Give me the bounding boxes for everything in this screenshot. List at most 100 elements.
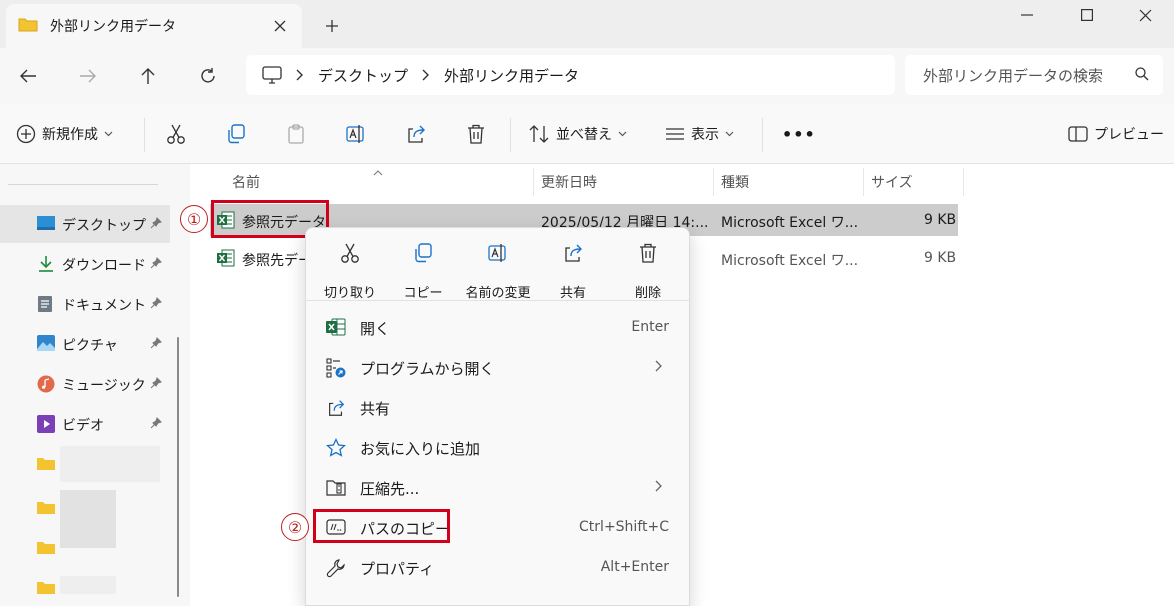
column-header-size[interactable]: サイズ [871, 172, 913, 192]
breadcrumb-desktop[interactable]: デスクトップ [318, 65, 408, 86]
more-options-button[interactable]: ••• [782, 120, 816, 148]
folder-icon[interactable] [37, 540, 55, 558]
callout-1: ① [180, 205, 208, 233]
sidebar-item-label: ミュージック [62, 378, 146, 394]
toolbar-divider [510, 118, 511, 152]
folder-icon[interactable] [37, 456, 55, 474]
sidebar-item-videos[interactable]: ビデオ [0, 405, 170, 443]
forward-arrow-icon[interactable] [72, 60, 104, 92]
clipboard-icon [285, 123, 307, 145]
sidebar-item-label: ビデオ [62, 418, 104, 434]
paste-button[interactable] [285, 120, 307, 148]
pin-icon[interactable] [150, 337, 162, 353]
new-tab-button[interactable] [318, 12, 346, 40]
file-name: 参照先デー [242, 253, 312, 269]
column-header-type[interactable]: 種類 [721, 172, 749, 192]
up-arrow-icon[interactable] [132, 60, 164, 92]
sidebar-item-label: ピクチャ [62, 338, 118, 354]
copy-icon [387, 242, 459, 264]
cut-action[interactable]: 切り取り [314, 238, 386, 301]
folder-icon[interactable] [37, 580, 55, 598]
copy-button[interactable] [225, 120, 247, 148]
excel-file-icon [217, 249, 235, 271]
cut-button[interactable] [165, 120, 187, 148]
trash-icon [612, 242, 684, 264]
sidebar-item-label: デスクトップ [62, 218, 146, 234]
search-input[interactable]: 外部リンク用データの検索 [905, 55, 1163, 95]
column-divider[interactable] [963, 168, 964, 196]
file-size: 9 KB [924, 212, 957, 228]
close-window-icon[interactable] [1116, 0, 1174, 30]
video-icon [37, 415, 55, 437]
delete-button[interactable] [465, 120, 487, 148]
sidebar-item-desktop[interactable]: デスクトップ [0, 205, 170, 243]
tab-close-icon[interactable] [270, 16, 290, 36]
pin-icon[interactable] [150, 377, 162, 393]
pin-icon[interactable] [150, 217, 162, 233]
picture-icon [37, 335, 55, 355]
chevron-right-icon [655, 360, 663, 376]
sidebar-divider [8, 184, 158, 185]
minimize-icon[interactable] [998, 0, 1056, 30]
preview-button[interactable]: プレビュー [1068, 120, 1164, 148]
redacted-folder-name [60, 490, 116, 548]
menu-item-share[interactable]: 共有 [312, 388, 683, 428]
trash-icon [465, 123, 487, 145]
menu-item-open[interactable]: 開く Enter [312, 308, 683, 348]
rename-icon [345, 123, 367, 145]
folder-icon[interactable] [37, 500, 55, 518]
sidebar-item-music[interactable]: ミュージック [0, 365, 170, 403]
toolbar-divider [144, 118, 145, 152]
search-icon[interactable] [1135, 67, 1149, 85]
new-button[interactable]: 新規作成 [16, 120, 113, 148]
delete-label: 削除 [634, 286, 661, 301]
tab-current[interactable]: 外部リンク用データ [6, 4, 302, 48]
preview-pane-icon [1068, 126, 1088, 142]
sidebar-item-label: ダウンロード [62, 258, 146, 274]
column-divider[interactable] [713, 168, 714, 196]
refresh-icon[interactable] [192, 60, 224, 92]
excel-app-icon [326, 318, 346, 340]
scissors-icon [165, 123, 187, 145]
zip-folder-icon [326, 478, 346, 500]
share-action[interactable]: 共有 [537, 238, 609, 301]
chevron-down-icon [104, 131, 113, 137]
column-divider[interactable] [533, 168, 534, 196]
back-arrow-icon[interactable] [12, 60, 44, 92]
command-bar: 新規作成 並べ替え 表示 ••• プレビュー [0, 104, 1174, 164]
file-type: Microsoft Excel ワ... [721, 215, 859, 231]
sidebar-item-label: ドキュメント [62, 298, 146, 314]
copy-action[interactable]: コピー [387, 238, 459, 301]
menu-item-properties[interactable]: プロパティ Alt+Enter [312, 548, 683, 588]
view-button[interactable]: 表示 [665, 120, 734, 148]
menu-item-open-with[interactable]: プログラムから開く [312, 348, 683, 388]
share-button[interactable] [405, 120, 427, 148]
sidebar-item-downloads[interactable]: ダウンロード [0, 245, 170, 283]
rename-button[interactable] [345, 120, 367, 148]
redacted-folder-name [60, 576, 116, 594]
menu-item-compress[interactable]: 圧縮先... [312, 468, 683, 508]
sort-button[interactable]: 並べ替え [528, 120, 627, 148]
menu-item-add-favorite[interactable]: お気に入りに追加 [312, 428, 683, 468]
column-divider[interactable] [863, 168, 864, 196]
column-header-modified[interactable]: 更新日時 [541, 172, 597, 192]
sidebar-scrollbar[interactable] [177, 337, 179, 597]
breadcrumb-current-folder[interactable]: 外部リンク用データ [444, 65, 579, 86]
sidebar-item-documents[interactable]: ドキュメント [0, 285, 170, 323]
copy-icon [225, 123, 247, 145]
delete-action[interactable]: 削除 [612, 238, 684, 301]
menu-item-label: プログラムから開く [360, 360, 495, 378]
menu-item-label: 共有 [360, 400, 391, 418]
pin-icon[interactable] [150, 257, 162, 273]
pin-icon[interactable] [150, 297, 162, 313]
address-bar[interactable]: デスクトップ 外部リンク用データ [246, 55, 895, 95]
star-icon [325, 437, 347, 462]
sidebar-item-pictures[interactable]: ピクチャ [0, 325, 170, 363]
pin-icon[interactable] [150, 417, 162, 433]
redacted-folder-name [60, 446, 160, 482]
wrench-icon [326, 558, 346, 582]
rename-action[interactable]: 名前の変更 [462, 238, 534, 301]
toolbar-divider [762, 118, 763, 152]
maximize-icon[interactable] [1058, 0, 1116, 30]
column-header-name[interactable]: 名前 [232, 172, 260, 192]
